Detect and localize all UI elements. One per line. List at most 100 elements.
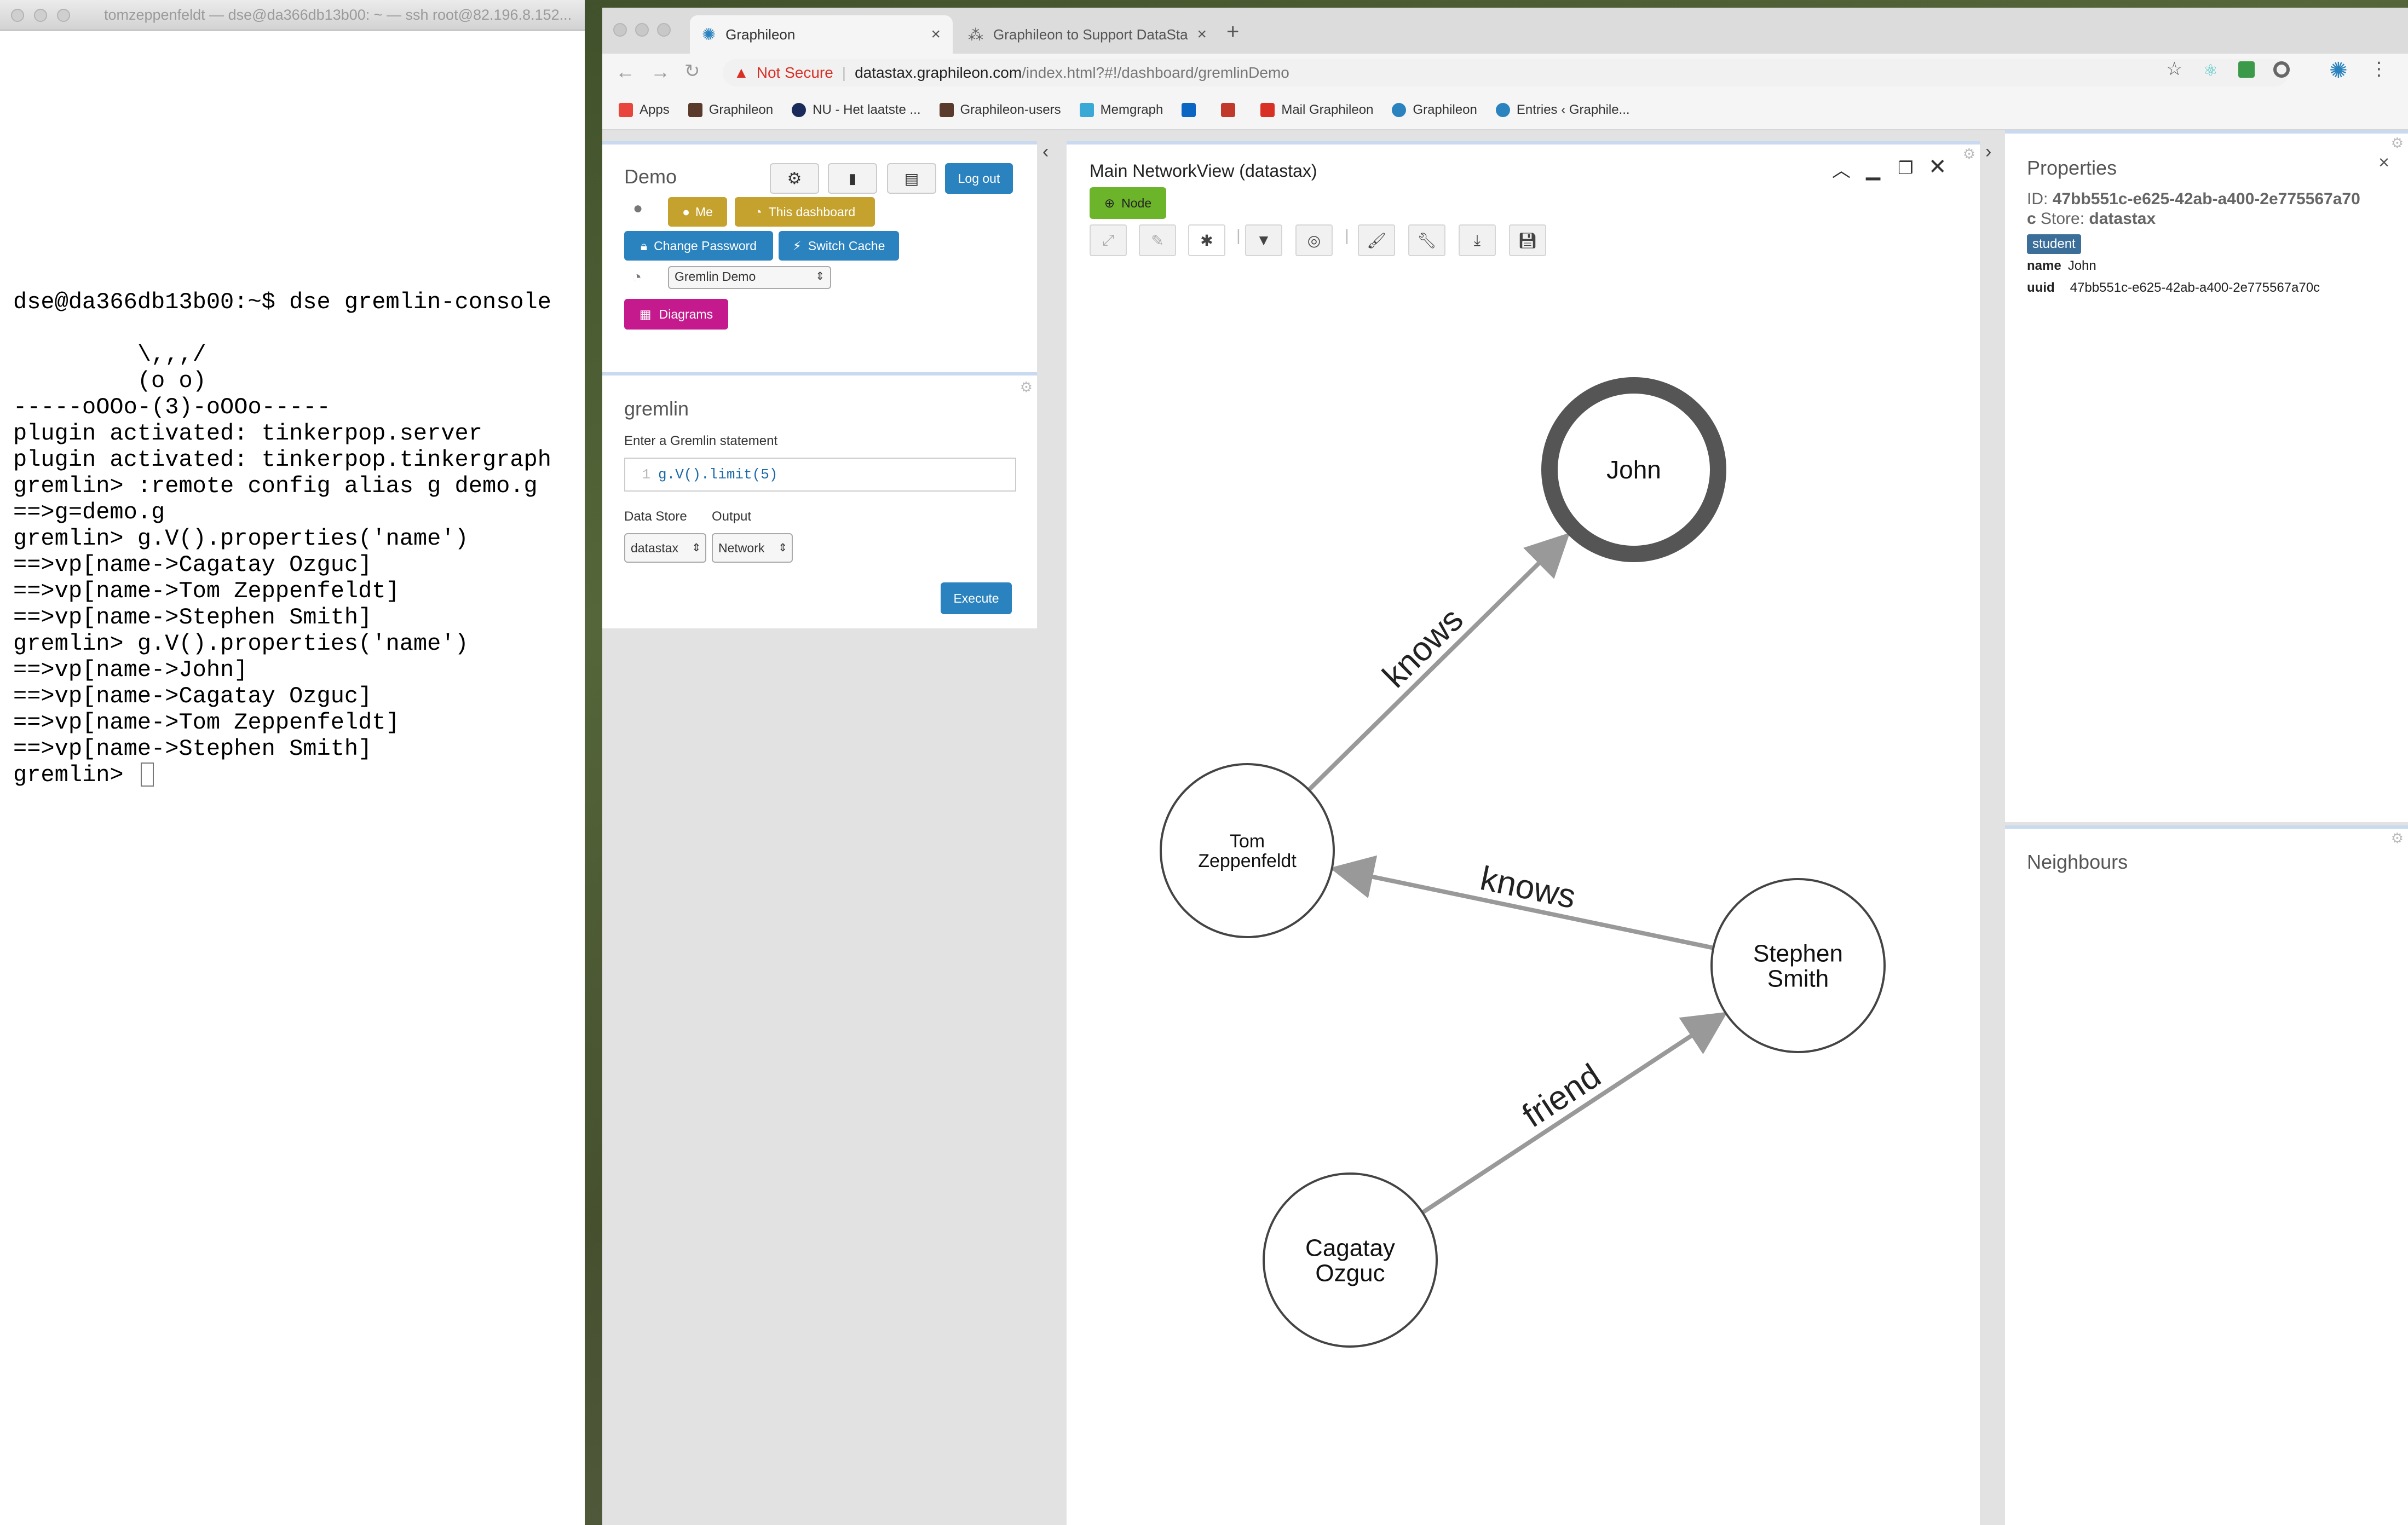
button-label: Change Password (654, 238, 757, 253)
property-key: uuid (2027, 280, 2055, 295)
minimize-window-icon[interactable] (635, 23, 649, 37)
node-label: Tom (1230, 831, 1265, 852)
terminal-cursor (140, 762, 154, 787)
back-icon[interactable]: ← (615, 60, 635, 83)
book-icon: ▮ (848, 170, 857, 187)
bookmark-graphileon-2[interactable]: Graphileon (1392, 102, 1477, 118)
reload-icon[interactable]: ↻ (684, 60, 700, 82)
maximize-window-icon[interactable] (657, 23, 671, 37)
collapse-right-icon[interactable]: › (1985, 141, 1991, 163)
graph-node-stephen[interactable]: StephenSmith (1710, 878, 1886, 1053)
store-value: datastax (2089, 210, 2156, 228)
linkedin-icon (1182, 103, 1196, 117)
output-label: Output (712, 509, 752, 524)
not-secure-label[interactable]: Not Secure (757, 64, 833, 82)
react-extension-icon[interactable]: ⚛ (2203, 61, 2220, 80)
logout-button[interactable]: Log out (945, 163, 1013, 194)
url-field[interactable]: ▲ Not Secure | datastax.graphileon.com /… (723, 59, 2289, 86)
node-label: Smith (1767, 966, 1829, 992)
panel-title: gremlin (624, 397, 689, 420)
nu-icon (792, 103, 806, 117)
this-dashboard-button[interactable]: ◔ This dashboard (735, 197, 875, 227)
terminal-window[interactable]: tomzeppenfeldt — dse@da366db13b00: ~ — s… (0, 0, 585, 1525)
bookmark-label: Mail Graphileon (1281, 102, 1374, 117)
graphileon-favicon-icon: ✺ (702, 25, 716, 44)
terminal-prompt: gremlin> (13, 762, 137, 788)
bookmark-graphileon-users[interactable]: Graphileon-users (939, 102, 1061, 118)
terminal-line: ==>vp[name->Cagatay Ozguc] (13, 552, 372, 578)
close-window-icon[interactable] (613, 23, 627, 37)
menu-kebab-icon[interactable]: ⋮ (2370, 58, 2388, 80)
minimize-window-icon[interactable] (34, 9, 47, 22)
network-graph[interactable]: knowsknowsfriend John TomZeppenfeldt Steph… (1067, 145, 1980, 1525)
bookmark-label: Apps (640, 102, 670, 117)
settings-gear-icon[interactable]: ⚙ (2391, 135, 2404, 152)
graph-node-john[interactable]: John (1541, 377, 1726, 562)
bookmark-star-icon[interactable]: ☆ (2166, 58, 2182, 80)
extension-icon[interactable] (2238, 61, 2255, 78)
new-tab-button[interactable]: + (1226, 20, 1239, 44)
slack-icon (1079, 103, 1094, 117)
output-select[interactable]: Network ⇕ (712, 533, 793, 563)
panel-title: Properties (2027, 157, 2117, 179)
execute-button[interactable]: Execute (941, 582, 1012, 614)
settings-gear-icon[interactable]: ⚙ (1020, 379, 1033, 396)
select-value: Gremlin Demo (675, 269, 756, 284)
terminal-line: gremlin> g.V().properties('name') (13, 631, 469, 657)
bookmark-label: Memgraph (1100, 102, 1163, 117)
bookmark-mail-graphileon[interactable]: Mail Graphileon (1260, 102, 1373, 118)
terminal-line: plugin activated: tinkerpop.server (13, 420, 482, 447)
change-password-button[interactable]: 🔒︎ Change Password (624, 231, 773, 261)
bookmark-label: Entries ‹ Graphile... (1516, 102, 1630, 117)
bookmark-entries[interactable]: Entries ‹ Graphile... (1495, 102, 1630, 118)
tab-graphileon-datastax[interactable]: ⁂ Graphileon to Support DataSta × (956, 15, 1219, 54)
close-tab-icon[interactable]: × (931, 25, 941, 44)
book-button[interactable]: ▮ (828, 163, 877, 194)
maximize-window-icon[interactable] (57, 9, 70, 22)
diagrams-button[interactable]: ▦ Diagrams (624, 299, 728, 330)
bookmark-apps[interactable]: Apps (619, 102, 670, 118)
button-label: Switch Cache (808, 238, 885, 253)
close-window-icon[interactable] (11, 9, 24, 22)
terminal-prompt-line[interactable]: gremlin> (13, 762, 551, 788)
graph-node-cagatay[interactable]: CagatayOzguc (1263, 1172, 1438, 1348)
graphileon-bookmark-icon (1392, 103, 1407, 117)
id-label: ID: (2027, 190, 2048, 208)
node-label: Cagatay (1305, 1234, 1395, 1261)
terminal-output[interactable]: dse@da366db13b00:~$ dse gremlin-console … (13, 289, 551, 788)
gremlin-editor[interactable]: 1 g.V().limit(5) (624, 458, 1016, 492)
terminal-line: ==>vp[name->Stephen Smith] (13, 604, 372, 631)
terminal-title-bar[interactable]: tomzeppenfeldt — dse@da366db13b00: ~ — s… (0, 0, 585, 31)
bookmark-graphileon[interactable]: Graphileon (688, 102, 773, 118)
panel-title: Neighbours (2027, 851, 2128, 873)
graph-edge[interactable] (1307, 533, 1570, 792)
forward-icon[interactable]: → (650, 60, 670, 83)
graph-node-tom[interactable]: TomZeppenfeldt (1160, 763, 1335, 938)
close-tab-icon[interactable]: × (1197, 25, 1207, 44)
bookmark-red[interactable] (1221, 103, 1242, 117)
switch-cache-button[interactable]: ⚡︎ Switch Cache (779, 231, 899, 261)
settings-button[interactable]: ⚙ (770, 163, 819, 194)
close-icon[interactable]: × (2378, 152, 2389, 174)
panel-title: Demo (624, 165, 677, 188)
extension-icon[interactable] (2273, 61, 2290, 78)
graph-edge[interactable] (1421, 1012, 1728, 1215)
bookmark-memgraph[interactable]: Memgraph (1079, 102, 1163, 118)
graphileon-extension-icon[interactable]: ✺ (2329, 58, 2348, 83)
user-icon: ● (633, 199, 643, 217)
me-button[interactable]: ● Me (668, 197, 727, 227)
bolt-icon: ⚡︎ (792, 238, 802, 253)
datastore-select[interactable]: datastax ⇕ (624, 533, 706, 563)
document-button[interactable]: ▤ (887, 163, 936, 194)
property-value: John (2067, 258, 2096, 273)
bookmark-nu[interactable]: NU - Het laatste ... (792, 102, 921, 118)
dashboard-select[interactable]: Gremlin Demo ⇕ (668, 266, 831, 289)
terminal-lines: dse@da366db13b00:~$ dse gremlin-console … (13, 289, 551, 762)
bookmark-linkedin[interactable] (1182, 103, 1202, 117)
terminal-line: (o o) (13, 368, 206, 394)
property-value: 47bb551c-e625-42ab-a400-2e775567a70c (2070, 280, 2320, 295)
settings-gear-icon[interactable]: ⚙ (2391, 830, 2404, 847)
collapse-left-icon[interactable]: ‹ (1042, 141, 1049, 163)
tab-graphileon[interactable]: ✺ Graphileon × (690, 15, 953, 54)
